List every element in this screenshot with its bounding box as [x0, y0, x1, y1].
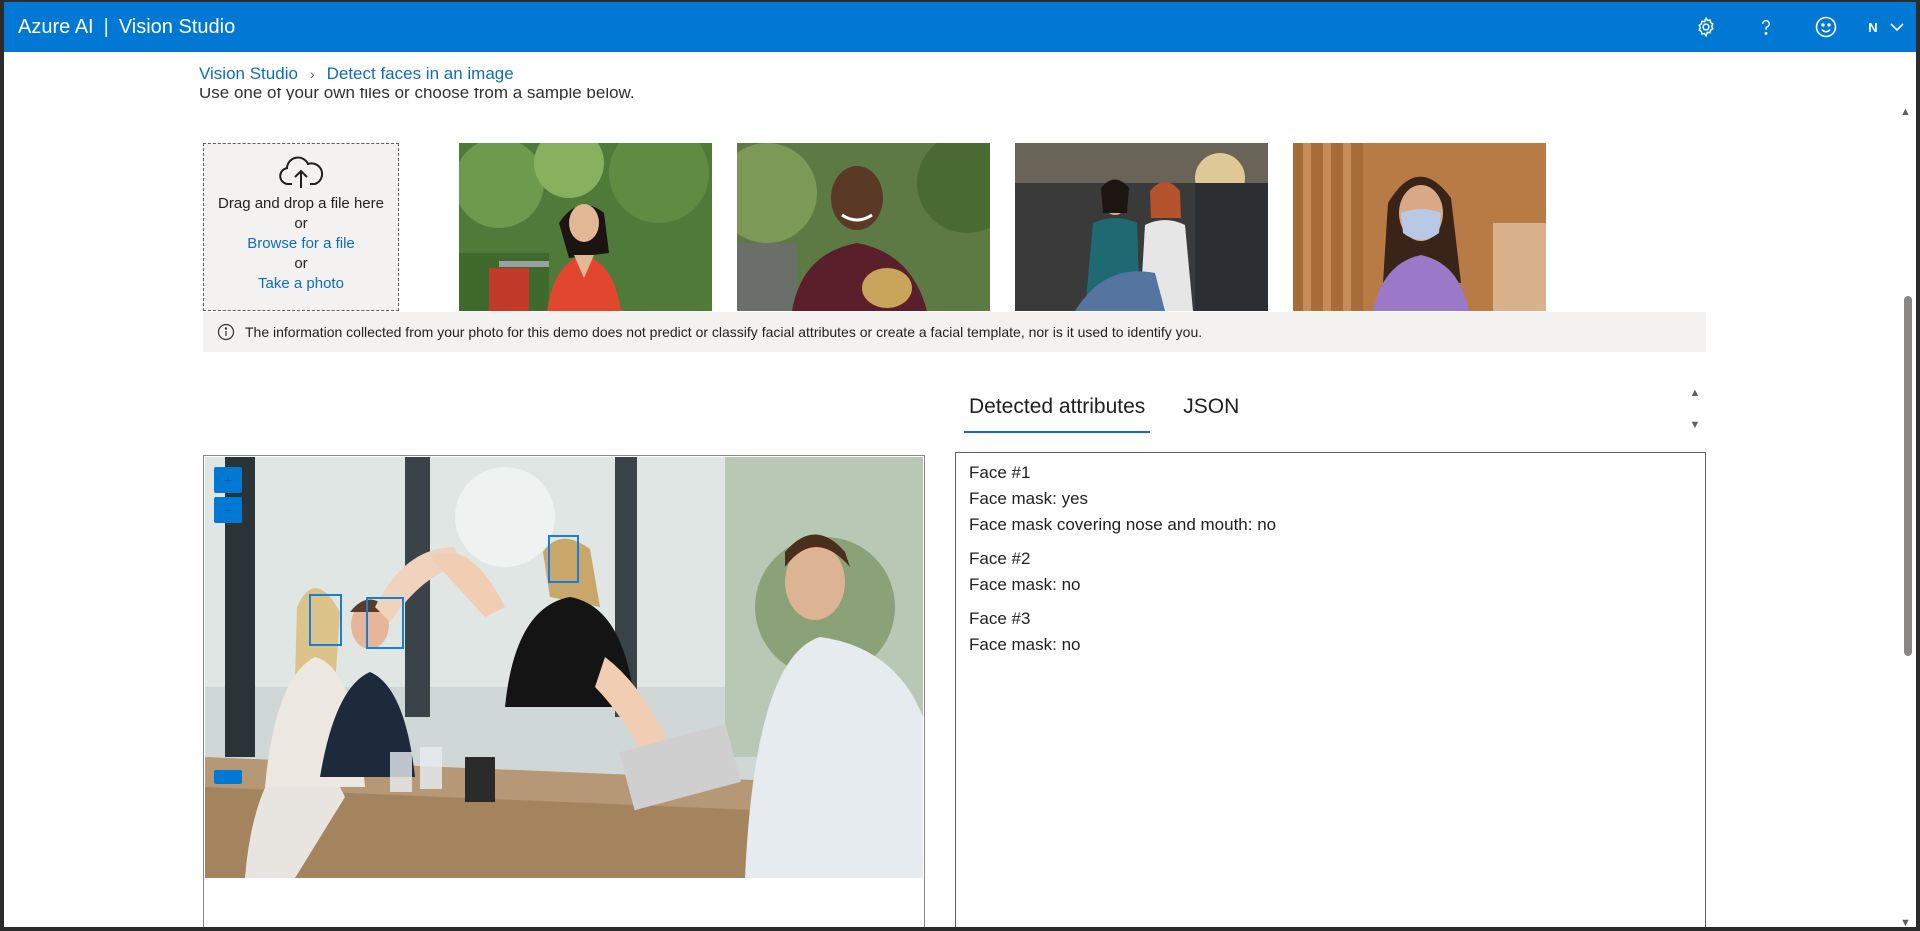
gear-icon [1698, 16, 1714, 38]
scroll-up-arrow-icon[interactable]: ▲ [1690, 387, 1701, 399]
plus-icon: + [223, 472, 233, 488]
face-box-3 [366, 597, 404, 649]
brand-azure-ai: Azure AI [18, 15, 94, 38]
face-mask-value: Face mask: no [969, 635, 1081, 654]
scroll-down-arrow-icon[interactable]: ▼ [1690, 419, 1701, 431]
or-text: or [294, 215, 308, 232]
info-icon [217, 323, 235, 341]
take-photo-link[interactable]: Take a photo [258, 275, 344, 292]
tabs-scroll-control[interactable]: ▲ ▼ [1687, 387, 1703, 431]
breadcrumb: Vision Studio › Detect faces in an image [199, 64, 514, 84]
browse-file-link[interactable]: Browse for a file [247, 235, 355, 252]
sample-image-4[interactable] [1293, 143, 1546, 311]
face-result-1: Face #1 Face mask: yes Face mask coverin… [969, 460, 1692, 538]
result-tabs: Detected attributes JSON [964, 387, 1244, 433]
intro-text: Use one of your own files or choose from… [199, 88, 635, 100]
face-title: Face #2 [969, 549, 1031, 568]
account-menu-button[interactable]: N [1856, 20, 1916, 35]
analyzed-photo: + − [205, 457, 923, 878]
privacy-info-text: The information collected from your phot… [245, 324, 1203, 340]
drag-drop-text: Drag and drop a file here [218, 195, 384, 212]
sample-image-2[interactable] [737, 143, 990, 311]
face-mask-covering-value: Face mask covering nose and mouth: no [969, 515, 1277, 534]
help-button[interactable] [1736, 2, 1796, 52]
analyzed-image-panel: + − [203, 455, 925, 927]
face-mask-value: Face mask: yes [969, 489, 1089, 508]
settings-button[interactable] [1676, 2, 1736, 52]
privacy-info-bar: The information collected from your phot… [203, 312, 1706, 352]
detected-attributes-panel: Face #1 Face mask: yes Face mask coverin… [955, 452, 1706, 927]
zoom-out-button[interactable]: − [214, 497, 242, 523]
smiley-icon [1815, 16, 1837, 38]
scroll-up-arrow-icon[interactable]: ▲ [1900, 106, 1911, 118]
sample-image-3[interactable] [1015, 143, 1268, 311]
help-icon [1762, 19, 1770, 35]
top-actions: N [1676, 2, 1916, 52]
brand[interactable]: Azure AI | Vision Studio [4, 16, 235, 39]
top-bar: Azure AI | Vision Studio N [4, 2, 1916, 52]
app-window: Azure AI | Vision Studio N Vision Studio… [0, 0, 1920, 931]
tab-json[interactable]: JSON [1178, 387, 1244, 433]
or-text: or [294, 255, 308, 272]
chevron-down-icon [1890, 23, 1904, 32]
cloud-upload-icon [204, 156, 398, 194]
scroll-down-arrow-icon[interactable]: ▼ [1900, 917, 1911, 927]
brand-vision-studio: Vision Studio [118, 15, 236, 38]
face-title: Face #3 [969, 609, 1031, 628]
breadcrumb-vision-studio[interactable]: Vision Studio [199, 64, 298, 84]
chevron-right-icon: › [309, 66, 315, 82]
face-mask-value: Face mask: no [969, 575, 1081, 594]
face-box-1 [548, 535, 579, 583]
avatar: N [1868, 19, 1878, 35]
face-result-2: Face #2 Face mask: no [969, 546, 1692, 598]
face-title: Face #1 [969, 463, 1031, 482]
breadcrumb-detect-faces[interactable]: Detect faces in an image [327, 64, 514, 84]
brand-separator: | [103, 15, 109, 38]
tab-detected-attributes[interactable]: Detected attributes [964, 387, 1151, 433]
feedback-button[interactable] [1796, 2, 1856, 52]
upload-dropzone[interactable]: Drag and drop a file here or Browse for … [203, 143, 399, 311]
scrollbar-thumb[interactable] [1904, 296, 1912, 656]
sample-image-1[interactable] [459, 143, 712, 311]
face-result-3: Face #3 Face mask: no [969, 606, 1692, 658]
zoom-slider-handle[interactable] [214, 770, 242, 784]
zoom-in-button[interactable]: + [214, 467, 242, 493]
face-box-2 [309, 594, 342, 646]
page-scrollbar[interactable]: ▲ ▼ [1896, 106, 1916, 927]
minus-icon: − [223, 502, 233, 518]
